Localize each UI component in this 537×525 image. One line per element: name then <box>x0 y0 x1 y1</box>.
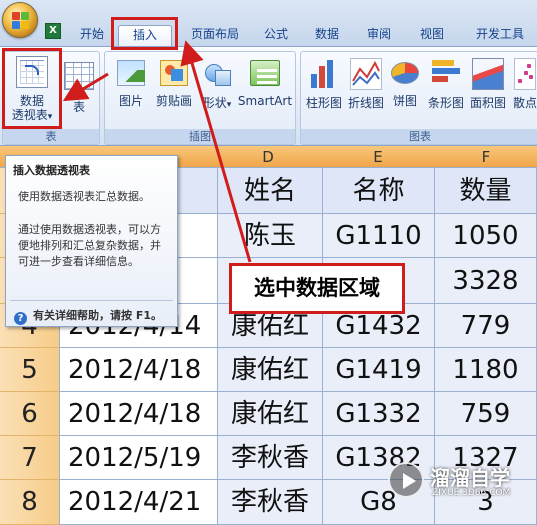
pivot-table-tooltip: 插入数据透视表 使用数据透视表汇总数据。 通过使用数据透视表，可以方便地排列和汇… <box>5 155 178 327</box>
bar-chart-icon <box>430 58 462 90</box>
cell-qty[interactable]: 1180 <box>435 348 537 392</box>
line-chart-button[interactable]: 折线图 <box>345 54 387 110</box>
tooltip-help: ? 有关详细帮助，请按 F1。 <box>14 307 162 325</box>
group-label-charts: 图表 <box>301 129 537 144</box>
scatter-chart-icon <box>514 58 536 90</box>
tab-page-layout[interactable]: 页面布局 <box>180 25 250 46</box>
watermark: 溜溜自学 ZIXUE.3D66.COM <box>388 460 533 504</box>
callout-select-data-range: 选中数据区域 <box>229 263 405 314</box>
tooltip-summary: 使用数据透视表汇总数据。 <box>18 190 150 203</box>
smartart-button[interactable]: SmartArt <box>235 54 295 108</box>
insert-tab-highlight <box>111 17 178 50</box>
scatter-chart-button[interactable]: 散点 <box>509 54 537 110</box>
office-button[interactable] <box>2 2 38 38</box>
pivot-table-highlight <box>2 48 62 129</box>
cell-code[interactable]: G1110 <box>323 214 435 258</box>
table-label: 表 <box>72 100 85 114</box>
tab-review[interactable]: 审阅 <box>357 25 401 46</box>
shapes-button[interactable]: 形状▾ <box>199 54 235 112</box>
clipart-icon <box>160 60 188 86</box>
ribbon-insert-panel: 数据 透视表▾ 表 表 图片 剪贴画 形状▾ SmartArt 插图 柱形图 折… <box>0 46 537 146</box>
cell-name[interactable]: 李秋香 <box>218 436 323 480</box>
cell-qty[interactable]: 779 <box>435 304 537 348</box>
tab-data[interactable]: 数据 <box>305 25 349 46</box>
area-chart-button[interactable]: 面积图 <box>467 54 509 110</box>
watermark-name: 溜溜自学 <box>430 466 510 490</box>
line-chart-icon <box>350 58 382 90</box>
ribbon-tab-bar: X 开始 插入 页面布局 公式 数据 审阅 视图 开发工具 <box>0 0 537 46</box>
cell-name[interactable]: 康佑红 <box>218 348 323 392</box>
tab-view[interactable]: 视图 <box>410 25 454 46</box>
tab-developer[interactable]: 开发工具 <box>466 25 534 46</box>
watermark-url: ZIXUE.3D66.COM <box>432 488 511 498</box>
line-chart-label: 折线图 <box>347 96 384 110</box>
smartart-icon <box>250 60 280 86</box>
cell-code[interactable]: G1419 <box>323 348 435 392</box>
cell-code[interactable]: 名称 <box>323 168 435 214</box>
picture-icon <box>117 60 145 86</box>
area-chart-icon <box>472 58 504 90</box>
tooltip-help-text: 有关详细帮助，请按 F1。 <box>33 309 162 322</box>
play-logo-icon <box>388 462 424 498</box>
cell-qty[interactable]: 数量 <box>435 168 537 214</box>
group-charts: 柱形图 折线图 饼图 条形图 面积图 散点 图表 <box>300 51 537 145</box>
column-chart-button[interactable]: 柱形图 <box>303 54 345 110</box>
table-button[interactable]: 表 <box>61 54 97 114</box>
group-label-illustrations: 插图 <box>105 129 295 144</box>
cell-qty[interactable]: 3328 <box>435 258 537 304</box>
area-chart-label: 面积图 <box>469 96 506 110</box>
picture-label: 图片 <box>118 94 143 108</box>
tooltip-description: 通过使用数据透视表，可以方便地排列和汇总复杂数据，并可进一步查看详细信息。 <box>18 223 161 268</box>
cell-name[interactable]: 姓名 <box>218 168 323 214</box>
group-label-tables: 表 <box>3 129 99 144</box>
smartart-label: SmartArt <box>237 94 293 108</box>
column-header-f[interactable]: F <box>435 146 537 168</box>
bar-chart-label: 条形图 <box>427 96 464 110</box>
cell-name[interactable]: 陈玉 <box>218 214 323 258</box>
bar-chart-button[interactable]: 条形图 <box>425 54 467 110</box>
cell-qty[interactable]: 1050 <box>435 214 537 258</box>
picture-button[interactable]: 图片 <box>111 54 151 108</box>
pie-chart-label: 饼图 <box>392 94 417 108</box>
cell-name[interactable]: 李秋香 <box>218 480 323 525</box>
column-header-d[interactable]: D <box>218 146 318 168</box>
clipart-label: 剪贴画 <box>155 94 192 108</box>
cell-code[interactable]: G1332 <box>323 392 435 436</box>
tab-home[interactable]: 开始 <box>70 25 114 46</box>
tab-formulas[interactable]: 公式 <box>254 25 298 46</box>
pie-chart-icon <box>391 62 419 84</box>
cell-date[interactable]: 2012/4/18 <box>60 392 218 436</box>
pie-chart-button[interactable]: 饼图 <box>387 54 423 108</box>
help-icon: ? <box>14 312 27 325</box>
column-chart-icon <box>308 58 340 90</box>
tooltip-title: 插入数据透视表 <box>13 164 90 177</box>
shapes-icon <box>201 58 233 90</box>
cell-name[interactable]: 康佑红 <box>218 392 323 436</box>
dropdown-arrow-icon: ▾ <box>226 100 232 110</box>
office-logo-icon <box>12 12 30 30</box>
scatter-chart-label: 散点 <box>512 96 537 110</box>
shapes-label: 形状▾ <box>202 96 232 110</box>
cell-date[interactable]: 2012/4/18 <box>60 348 218 392</box>
table-icon <box>64 62 94 90</box>
column-chart-label: 柱形图 <box>305 96 342 110</box>
row-header[interactable]: 7 <box>0 436 60 480</box>
clipart-button[interactable]: 剪贴画 <box>151 54 197 108</box>
row-header[interactable]: 8 <box>0 480 60 525</box>
cell-qty[interactable]: 759 <box>435 392 537 436</box>
row-header[interactable]: 6 <box>0 392 60 436</box>
row-header[interactable]: 5 <box>0 348 60 392</box>
cell-date[interactable]: 2012/4/21 <box>60 480 218 525</box>
excel-app-icon[interactable]: X <box>45 23 61 39</box>
cell-date[interactable]: 2012/5/19 <box>60 436 218 480</box>
tooltip-divider <box>10 300 173 301</box>
column-header-e[interactable]: E <box>323 146 433 168</box>
group-illustrations: 图片 剪贴画 形状▾ SmartArt 插图 <box>104 51 296 145</box>
